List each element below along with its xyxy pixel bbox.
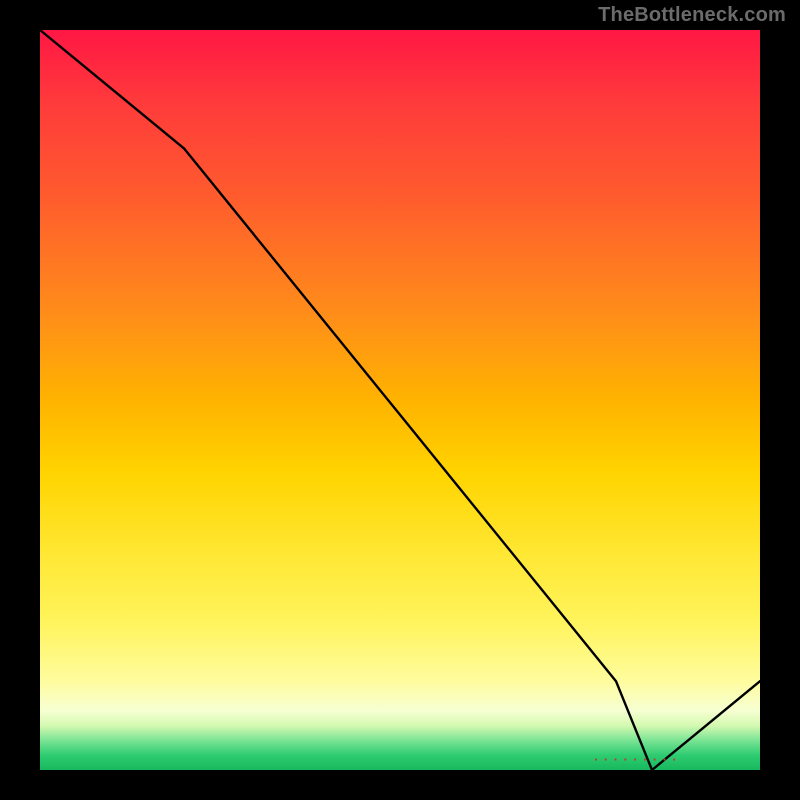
plot-area: ········· [40,30,760,770]
bottleneck-curve [40,30,760,770]
curve-layer [40,30,760,770]
optimal-marker: ········· [592,752,680,767]
chart-root: TheBottleneck.com ········· [0,0,800,800]
attribution-text: TheBottleneck.com [598,4,786,27]
